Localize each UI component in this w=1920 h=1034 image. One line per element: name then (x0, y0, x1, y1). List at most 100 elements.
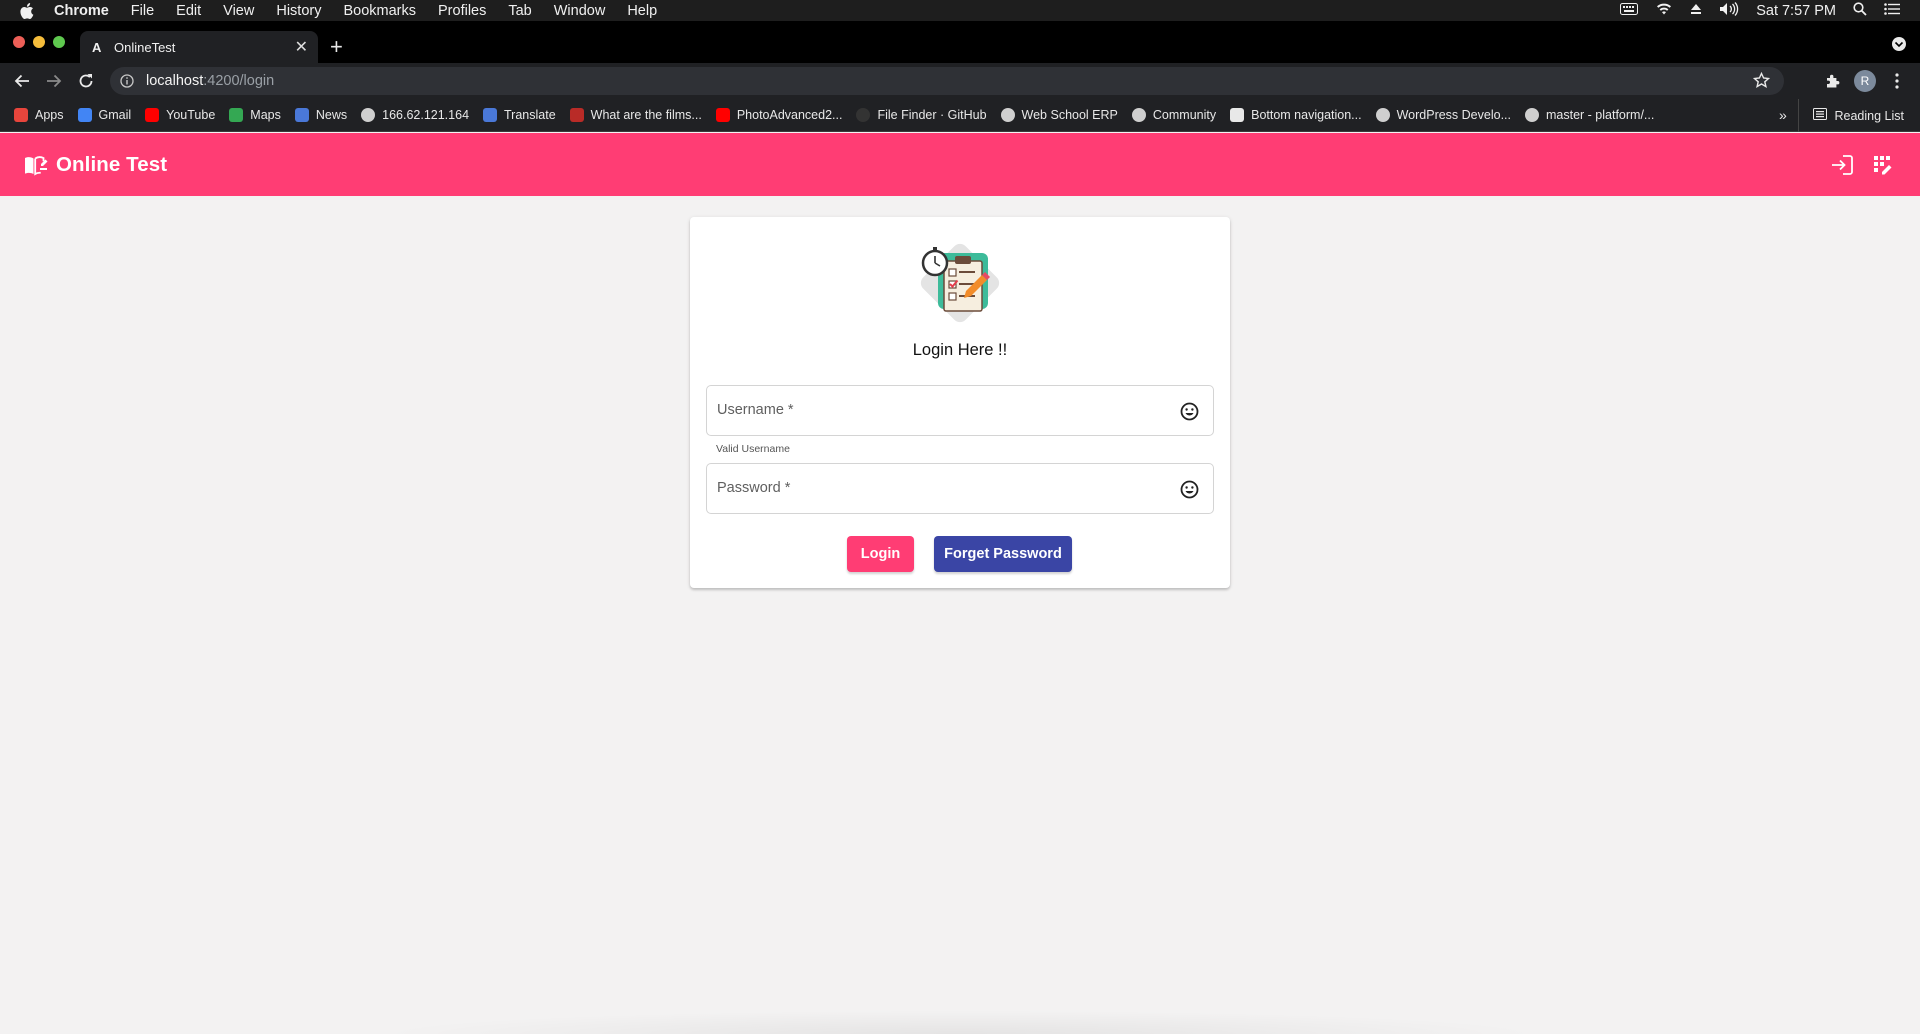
chrome-menu-kebab-icon[interactable] (1886, 70, 1908, 92)
profile-avatar-letter: R (1854, 70, 1876, 92)
bookmark-label: Maps (250, 108, 281, 122)
app-registration-icon[interactable] (1871, 153, 1895, 177)
bookmark-label: Bottom navigation... (1251, 108, 1362, 122)
menu-book-icon (24, 153, 48, 177)
url-path: :4200/login (203, 73, 275, 89)
bookmark-item[interactable]: File Finder · GitHub (856, 108, 987, 122)
keyboard-icon[interactable] (1620, 2, 1639, 19)
password-placeholder: Password * (717, 480, 791, 496)
bookmark-item[interactable]: News (294, 108, 348, 122)
bookmark-label: Community (1152, 108, 1217, 122)
menu-file[interactable]: File (131, 3, 154, 19)
eject-icon[interactable] (1690, 3, 1702, 19)
bookmark-item[interactable]: YouTube (145, 108, 215, 122)
new-tab-plus-icon[interactable]: + (330, 36, 343, 58)
bookmark-item[interactable]: PhotoAdvanced2... (715, 108, 843, 122)
menu-help[interactable]: Help (627, 3, 657, 19)
bookmark-star-icon[interactable] (1752, 71, 1771, 93)
browser-toolbar: localhost:4200/login R (0, 63, 1920, 99)
browser-tabstrip: A OnlineTest ✕ + (0, 21, 1920, 63)
bookmark-item[interactable]: Maps (229, 108, 281, 122)
login-button[interactable]: Login (847, 536, 914, 572)
news-icon (294, 108, 309, 122)
reading-list-label: Reading List (1834, 108, 1905, 123)
password-field[interactable]: Password * (706, 463, 1214, 514)
maps-icon (229, 108, 244, 122)
menu-tab[interactable]: Tab (508, 3, 531, 19)
bookmark-label: Gmail (98, 108, 132, 122)
bookmark-label: master - platform/... (1546, 108, 1655, 122)
bookmark-label: Translate (504, 108, 556, 122)
bookmark-item[interactable]: Web School ERP (1000, 108, 1118, 122)
extensions-puzzle-icon[interactable] (1822, 70, 1844, 92)
menu-bookmarks[interactable]: Bookmarks (343, 3, 416, 19)
menu-history[interactable]: History (276, 3, 321, 19)
window-minimize-button[interactable] (33, 36, 45, 48)
bookmark-label: News (315, 108, 348, 122)
login-card: Login Here !! Username * Valid Username … (690, 217, 1230, 588)
bookmark-item[interactable]: master - platform/... (1525, 108, 1654, 122)
app-header: Online Test (0, 133, 1920, 196)
volume-icon[interactable] (1719, 1, 1739, 20)
tab-title: OnlineTest (114, 39, 176, 55)
apple-icon[interactable] (20, 2, 36, 19)
address-bar[interactable]: localhost:4200/login (110, 67, 1784, 95)
bookmark-item[interactable]: 166.62.121.164 (361, 108, 469, 122)
bookmark-item[interactable]: Community (1131, 108, 1217, 122)
macos-menubar: Chrome File Edit View History Bookmarks … (0, 0, 1920, 21)
forget-password-button[interactable]: Forget Password (934, 536, 1072, 572)
smiley-face-icon (1180, 480, 1199, 499)
menu-edit[interactable]: Edit (176, 3, 201, 19)
bookmark-item[interactable]: Translate (483, 108, 556, 122)
bookmark-label: YouTube (166, 108, 216, 122)
apps-grid-icon (14, 108, 28, 122)
url-host: localhost (146, 73, 204, 89)
bookmark-label: PhotoAdvanced2... (736, 108, 843, 122)
smiley-face-icon (1180, 402, 1199, 421)
globe-icon (1000, 108, 1015, 122)
menu-app-name[interactable]: Chrome (54, 3, 109, 19)
bookmark-label: WordPress Develo... (1396, 108, 1511, 122)
bookmarks-overflow-chevron-icon[interactable]: » (1779, 107, 1787, 123)
profile-avatar[interactable]: R (1854, 70, 1876, 92)
login-heading: Login Here !! (912, 341, 1008, 359)
site-info-icon[interactable] (119, 73, 135, 89)
username-field[interactable]: Username * (706, 385, 1214, 436)
wordpress-icon (1375, 108, 1390, 122)
reading-list-button[interactable]: Reading List (1797, 99, 1905, 132)
window-close-button[interactable] (13, 36, 25, 48)
login-icon[interactable] (1830, 153, 1854, 177)
forward-arrow-icon[interactable] (42, 69, 66, 93)
window-zoom-button[interactable] (53, 36, 65, 48)
globe-icon (1131, 108, 1146, 122)
bookmark-label: File Finder · GitHub (877, 108, 987, 122)
browser-tab[interactable]: A OnlineTest ✕ (80, 31, 318, 63)
globe-icon (361, 108, 376, 122)
menu-profiles[interactable]: Profiles (438, 3, 486, 19)
control-center-icon[interactable] (1884, 2, 1900, 19)
bookmark-item[interactable]: What are the films... (569, 108, 702, 122)
youtube-icon (715, 108, 730, 122)
spotlight-search-icon[interactable] (1853, 1, 1867, 20)
bookmark-label: 166.62.121.164 (382, 108, 470, 122)
reload-icon[interactable] (74, 69, 98, 93)
bookmark-item[interactable]: Bottom navigation... (1230, 108, 1362, 122)
menu-view[interactable]: View (223, 3, 254, 19)
reading-list-icon (1812, 108, 1827, 123)
angular-favicon-icon: A (92, 39, 102, 55)
wifi-icon[interactable] (1655, 2, 1673, 19)
back-arrow-icon[interactable] (10, 69, 34, 93)
bookmark-item[interactable]: Gmail (77, 108, 132, 122)
app-title[interactable]: Online Test (56, 153, 167, 177)
bookmark-icon (1230, 108, 1245, 122)
youtube-icon (145, 108, 160, 122)
bookmark-item[interactable]: Apps (14, 108, 64, 122)
menu-window[interactable]: Window (554, 3, 606, 19)
page-bottom-shadow (370, 1010, 1550, 1034)
github-icon (856, 108, 871, 122)
globe-icon (1525, 108, 1539, 122)
bookmark-item[interactable]: WordPress Develo... (1375, 108, 1511, 122)
tab-close-icon[interactable]: ✕ (295, 37, 308, 57)
tab-search-chevron-icon[interactable] (1892, 37, 1906, 51)
menubar-clock[interactable]: Sat 7:57 PM (1756, 3, 1836, 19)
